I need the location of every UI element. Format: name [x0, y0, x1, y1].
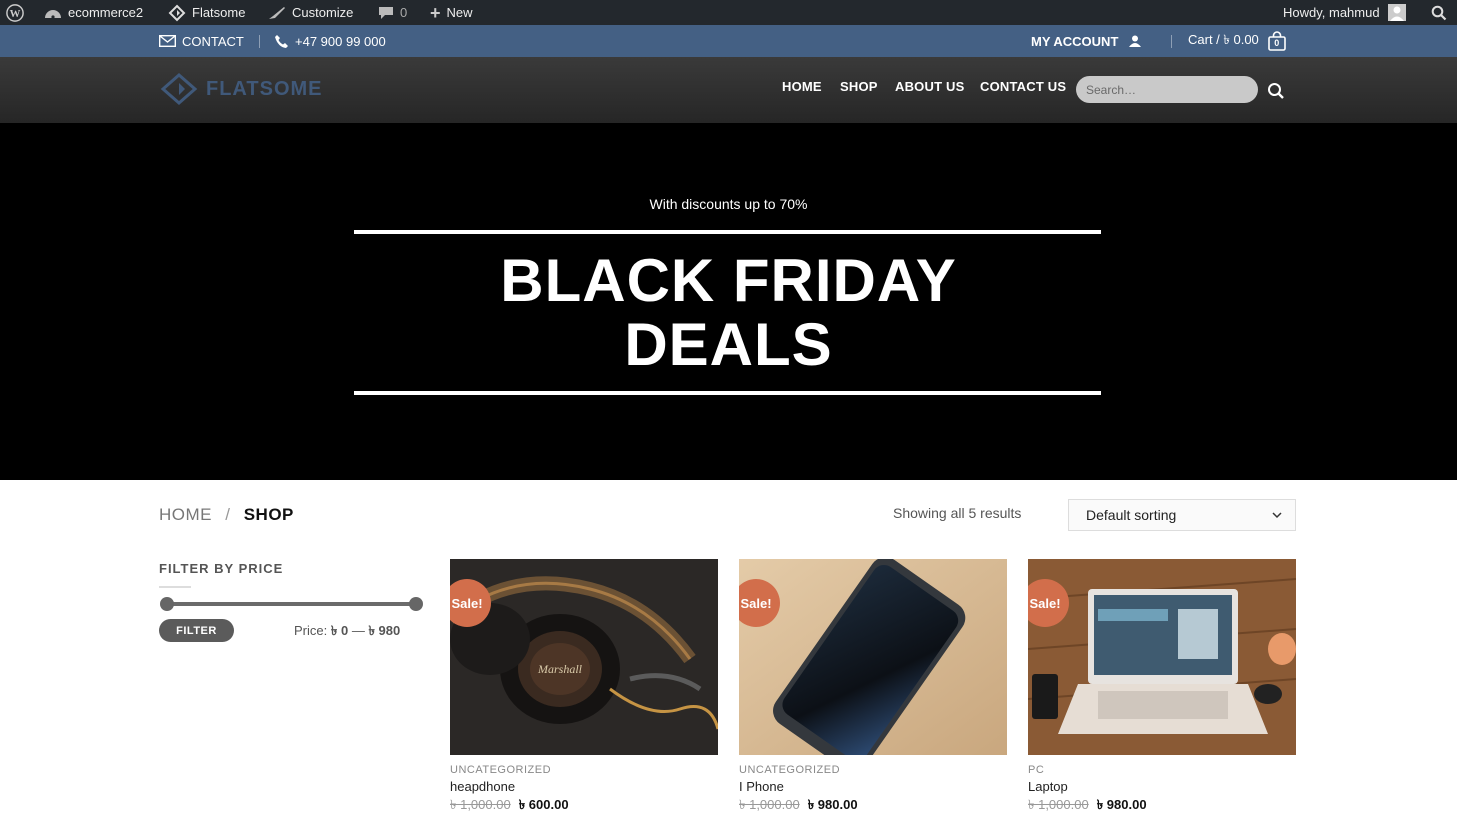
cart-label: Cart / ৳ 0.00: [1188, 31, 1259, 47]
old-price: ৳ 1,000.00: [1028, 797, 1089, 812]
site-name-label: ecommerce2: [68, 5, 144, 20]
user-icon: [1129, 35, 1142, 47]
product-image-iphone[interactable]: Sale!: [739, 559, 1007, 755]
old-price: ৳ 1,000.00: [739, 797, 800, 812]
price-max: ৳ 980: [368, 623, 401, 638]
product-card-headphone[interactable]: Marshall Sale! UNCATEGORIZED heapdhone ৳…: [450, 559, 718, 817]
phone-label: +47 900 99 000: [295, 33, 386, 49]
hero-title-line2: DEALS: [624, 311, 833, 378]
sale-price: ৳ 980.00: [807, 797, 858, 812]
my-account-label: MY ACCOUNT: [1031, 33, 1119, 49]
product-price: ৳ 1,000.00 ৳ 600.00: [450, 796, 718, 817]
price-label: Price:: [294, 623, 328, 638]
brush-icon: [269, 6, 285, 19]
price-slider-max-handle[interactable]: [409, 597, 423, 611]
result-count: Showing all 5 results: [893, 505, 1022, 521]
filter-button[interactable]: FILTER: [159, 619, 234, 642]
old-price: ৳ 1,000.00: [450, 797, 511, 812]
top-bar-divider: [1171, 35, 1172, 48]
filter-title-underline: [159, 586, 191, 588]
site-name-link[interactable]: ecommerce2: [44, 0, 143, 25]
phone-icon: [275, 34, 288, 48]
svg-text:Marshall: Marshall: [537, 662, 583, 676]
hero-divider-bottom: [354, 391, 1101, 395]
flatsome-icon: [168, 4, 186, 21]
price-range-label: Price: ৳ 0 — ৳ 980: [294, 622, 400, 643]
laptop-image: [1028, 559, 1296, 755]
contact-link[interactable]: CONTACT: [159, 25, 244, 57]
cart-link[interactable]: Cart / ৳ 0.00 0: [1188, 25, 1287, 57]
sale-price: ৳ 600.00: [518, 797, 569, 812]
search-input[interactable]: [1076, 76, 1258, 103]
howdy-label: Howdy, mahmud: [1283, 5, 1380, 20]
sale-price: ৳ 980.00: [1096, 797, 1147, 812]
filter-title: FILTER BY PRICE: [159, 561, 284, 576]
customize-link[interactable]: Customize: [268, 0, 353, 25]
nav-contact-us[interactable]: CONTACT US: [980, 79, 1066, 94]
product-name[interactable]: I Phone: [739, 779, 1007, 794]
new-label: New: [446, 5, 473, 20]
headphone-image: Marshall: [450, 559, 718, 755]
breadcrumb-current: SHOP: [243, 505, 294, 524]
wp-admin-bar: W ecommerce2 Flatsome Customize 0 + New …: [0, 0, 1457, 25]
comments-link[interactable]: 0: [378, 0, 407, 25]
price-min: ৳ 0: [330, 623, 349, 638]
cart-bag-icon: 0: [1267, 31, 1287, 51]
hero-banner: With discounts up to 70% BLACK FRIDAY DE…: [0, 123, 1457, 480]
admin-search-icon[interactable]: [1431, 0, 1447, 25]
nav-home[interactable]: HOME: [782, 79, 822, 94]
top-bar: CONTACT +47 900 99 000 MY ACCOUNT Cart /…: [0, 25, 1457, 57]
flatsome-logo-icon: [160, 73, 198, 105]
product-price: ৳ 1,000.00 ৳ 980.00: [1028, 796, 1296, 817]
product-image-laptop[interactable]: Sale!: [1028, 559, 1296, 755]
breadcrumb-home[interactable]: HOME: [159, 505, 212, 524]
price-slider-min-handle[interactable]: [160, 597, 174, 611]
wordpress-logo-icon[interactable]: W: [6, 0, 24, 25]
dashboard-icon: [45, 9, 61, 19]
comments-count: 0: [400, 5, 408, 20]
breadcrumb: HOME / SHOP: [159, 505, 294, 525]
product-card-iphone[interactable]: Sale! UNCATEGORIZED I Phone ৳ 1,000.00 ৳ …: [739, 559, 1007, 817]
hero-subtitle: With discounts up to 70%: [649, 196, 808, 212]
product-name[interactable]: Laptop: [1028, 779, 1296, 794]
plus-icon: +: [430, 2, 441, 23]
phone-link[interactable]: +47 900 99 000: [274, 25, 386, 57]
product-image-headphone[interactable]: Marshall Sale!: [450, 559, 718, 755]
envelope-icon: [159, 35, 176, 47]
avatar: [1387, 4, 1406, 21]
hero-title: BLACK FRIDAY DEALS: [0, 249, 1457, 377]
product-category[interactable]: UNCATEGORIZED: [450, 764, 718, 776]
comment-icon: [379, 6, 393, 19]
hero-divider-top: [354, 230, 1101, 234]
product-category[interactable]: UNCATEGORIZED: [739, 764, 1007, 776]
my-account-admin-link[interactable]: Howdy, mahmud: [1283, 0, 1406, 25]
logo-text: FLATSOME: [206, 77, 323, 100]
chevron-down-icon: [1272, 512, 1282, 519]
top-bar-divider: [259, 35, 260, 48]
contact-label: CONTACT: [182, 33, 244, 49]
nav-shop[interactable]: SHOP: [840, 79, 878, 94]
product-card-laptop[interactable]: Sale! PC Laptop ৳ 1,000.00 ৳ 980.00: [1028, 559, 1296, 817]
phone-image: [739, 559, 1007, 755]
product-category[interactable]: PC: [1028, 764, 1296, 776]
flatsome-menu-link[interactable]: Flatsome: [168, 0, 245, 25]
site-logo[interactable]: FLATSOME: [160, 72, 323, 106]
customize-label: Customize: [292, 5, 354, 20]
flatsome-label: Flatsome: [192, 5, 246, 20]
product-name[interactable]: heapdhone: [450, 779, 718, 794]
product-price: ৳ 1,000.00 ৳ 980.00: [739, 796, 1007, 817]
breadcrumb-separator: /: [225, 505, 231, 524]
new-content-link[interactable]: + New: [430, 0, 473, 25]
hero-title-line1: BLACK FRIDAY: [500, 247, 957, 314]
sorting-value: Default sorting: [1086, 507, 1177, 523]
svg-text:W: W: [10, 8, 21, 20]
price-slider-track[interactable]: [165, 602, 418, 606]
nav-about-us[interactable]: ABOUT US: [895, 79, 965, 94]
sorting-select[interactable]: Default sorting: [1068, 499, 1296, 531]
search-icon[interactable]: [1267, 82, 1285, 105]
cart-count: 0: [1274, 38, 1280, 48]
my-account-link[interactable]: MY ACCOUNT: [1031, 25, 1142, 57]
price-dash: —: [351, 623, 365, 638]
